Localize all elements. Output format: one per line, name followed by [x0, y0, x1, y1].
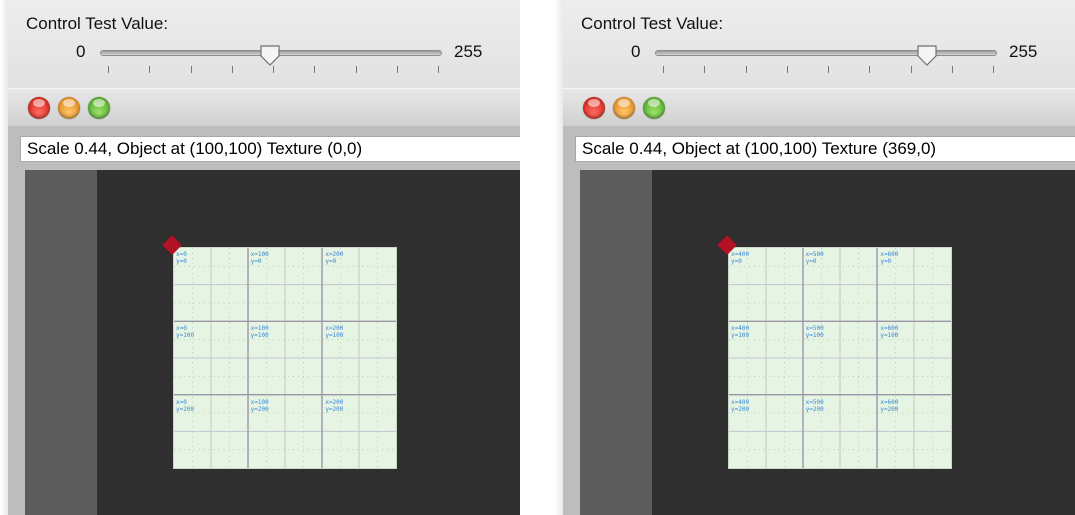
- texture-coord-label: x=100 y=200: [250, 399, 269, 413]
- panel-right: Control Test Value: 0 255 Scale 0.44, Ob…: [555, 0, 1075, 515]
- value-slider-track[interactable]: [655, 50, 997, 56]
- texture-quad: x=0 y=0 x=100 y=0 x=200 y=0 x=0 y=100 x=100 …: [173, 247, 397, 469]
- slider-tick: [149, 66, 151, 73]
- slider-ticks: [108, 66, 439, 74]
- slider-tick: [663, 66, 664, 73]
- canvas-sidebar: [580, 170, 652, 515]
- render-canvas[interactable]: x=400 y=0 x=500 y=0 x=600 y=0 x=400 y=100 x=…: [580, 170, 1075, 515]
- control-bar: Control Test Value: 0 255: [8, 0, 520, 89]
- window-edge: [555, 0, 563, 515]
- slider-tick: [951, 66, 953, 73]
- window-edge: [0, 0, 8, 515]
- slider-tick: [993, 66, 994, 73]
- texture-coord-label: x=500 y=100: [805, 325, 824, 339]
- texture-grid: [174, 248, 396, 468]
- slider-thumb[interactable]: [916, 44, 938, 66]
- control-title: Control Test Value:: [26, 14, 169, 33]
- texture-coord-label: x=600 y=100: [880, 325, 899, 339]
- texture-grid: [729, 248, 951, 468]
- slider-tick: [910, 66, 912, 73]
- texture-coord-label: x=400 y=0: [731, 251, 750, 265]
- canvas-sidebar: [25, 170, 97, 515]
- texture-coord-label: x=200 y=200: [325, 399, 344, 413]
- slider-tick: [704, 66, 706, 73]
- slider-max-label: 255: [1009, 42, 1038, 61]
- window-titlebar[interactable]: [8, 88, 520, 128]
- texture-coord-label: x=200 y=0: [325, 251, 344, 265]
- slider-tick: [438, 66, 439, 73]
- green-traffic-light-icon[interactable]: [643, 97, 665, 119]
- slider-tick: [314, 66, 316, 73]
- texture-coord-label: x=500 y=200: [805, 399, 824, 413]
- slider-min-label: 0: [631, 42, 641, 61]
- slider-min-label: 0: [76, 42, 86, 61]
- texture-coord-label: x=0 y=100: [176, 325, 195, 339]
- status-field[interactable]: Scale 0.44, Object at (100,100) Texture …: [575, 136, 1075, 162]
- orange-traffic-light-icon[interactable]: [613, 97, 635, 119]
- control-title: Control Test Value:: [581, 14, 724, 33]
- control-bar: Control Test Value: 0 255: [563, 0, 1075, 89]
- texture-quad: x=400 y=0 x=500 y=0 x=600 y=0 x=400 y=100 x=…: [728, 247, 952, 469]
- texture-coord-label: x=400 y=100: [731, 325, 750, 339]
- status-field[interactable]: Scale 0.44, Object at (100,100) Texture …: [20, 136, 520, 162]
- red-traffic-light-icon[interactable]: [28, 97, 50, 119]
- orange-traffic-light-icon[interactable]: [58, 97, 80, 119]
- slider-tick: [745, 66, 747, 73]
- slider-tick: [396, 66, 398, 73]
- slider-tick: [869, 66, 871, 73]
- slider-tick: [355, 66, 357, 73]
- slider-tick: [108, 66, 109, 73]
- window-titlebar[interactable]: [563, 88, 1075, 128]
- slider-max-label: 255: [454, 42, 483, 61]
- slider-ticks: [663, 66, 994, 74]
- texture-coord-label: x=100 y=0: [250, 251, 269, 265]
- slider-tick: [231, 66, 233, 73]
- texture-coord-label: x=600 y=200: [880, 399, 899, 413]
- slider-thumb[interactable]: [259, 44, 281, 66]
- texture-coord-label: x=100 y=100: [250, 325, 269, 339]
- texture-coord-label: x=600 y=0: [880, 251, 899, 265]
- texture-coord-label: x=0 y=0: [176, 251, 187, 265]
- panel-left: Control Test Value: 0 255 Scale 0.44, Ob…: [0, 0, 520, 515]
- slider-tick: [190, 66, 192, 73]
- render-canvas[interactable]: x=0 y=0 x=100 y=0 x=200 y=0 x=0 y=100 x=100 …: [25, 170, 520, 515]
- texture-coord-label: x=500 y=0: [805, 251, 824, 265]
- slider-tick: [273, 66, 274, 73]
- slider-tick: [828, 66, 829, 73]
- texture-coord-label: x=0 y=200: [176, 399, 195, 413]
- slider-tick: [786, 66, 788, 73]
- texture-coord-label: x=200 y=100: [325, 325, 344, 339]
- red-traffic-light-icon[interactable]: [583, 97, 605, 119]
- green-traffic-light-icon[interactable]: [88, 97, 110, 119]
- texture-coord-label: x=400 y=200: [731, 399, 750, 413]
